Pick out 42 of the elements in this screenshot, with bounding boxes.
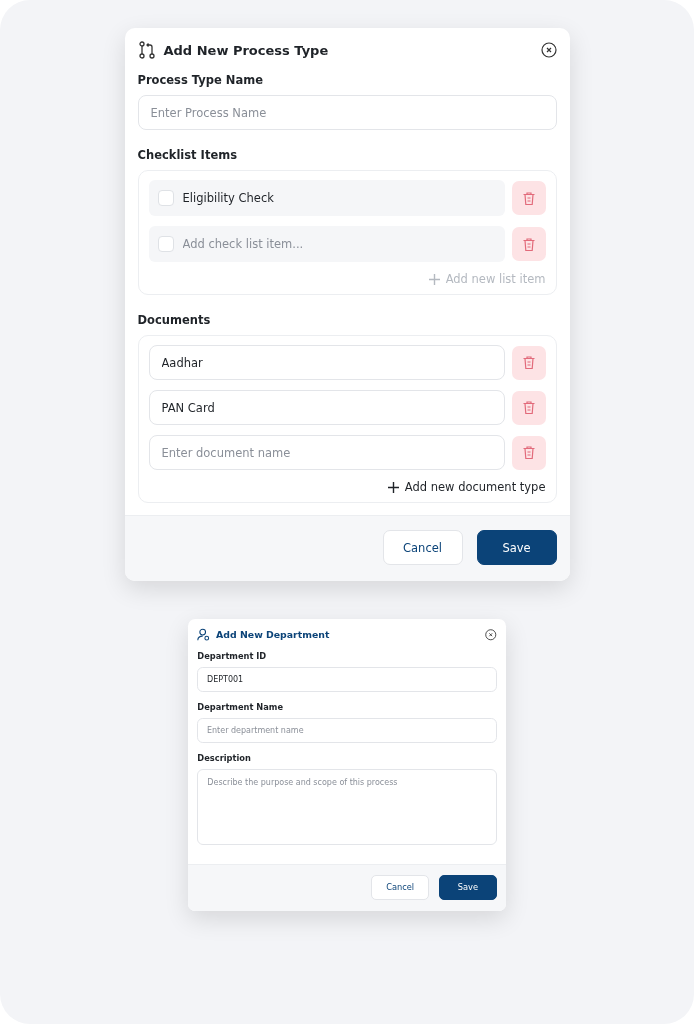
field-label: Department ID: [197, 651, 268, 662]
document-field[interactable]: Enter document name: [148, 435, 505, 470]
section-label: Checklist Items: [137, 148, 239, 162]
delete-button[interactable]: [511, 345, 546, 380]
field-label: Process Type Name: [137, 73, 264, 87]
delete-button[interactable]: [511, 390, 546, 425]
checklist-text[interactable]: Eligibility Check: [182, 191, 496, 205]
checklist-item[interactable]: Eligibility Check: [148, 180, 505, 216]
checkbox[interactable]: [157, 190, 174, 206]
dialog-title: Add New Department: [216, 629, 331, 641]
save-button[interactable]: Save: [439, 874, 497, 900]
user-icon: [197, 628, 211, 642]
checkbox[interactable]: [157, 236, 174, 252]
add-document-button[interactable]: Add new document type: [387, 480, 546, 494]
trash-icon: [521, 236, 536, 252]
trash-icon: [521, 355, 536, 370]
field-label: Description: [197, 753, 252, 764]
delete-button[interactable]: [511, 227, 546, 261]
cancel-button[interactable]: Cancel: [382, 530, 463, 565]
section-label: Documents: [137, 313, 212, 327]
input-field[interactable]: DEPT001: [197, 667, 497, 693]
delete-button[interactable]: [511, 181, 546, 215]
cancel-button[interactable]: Cancel: [371, 874, 429, 900]
delete-button[interactable]: [511, 435, 546, 470]
close-icon[interactable]: [540, 42, 557, 58]
save-button[interactable]: Save: [476, 530, 557, 565]
checklist-item[interactable]: Add check list item...: [148, 226, 505, 262]
trash-icon: [521, 400, 536, 415]
close-icon[interactable]: [485, 629, 497, 641]
process-name-field[interactable]: Enter Process Name: [137, 95, 557, 130]
branch-icon: [137, 41, 156, 59]
checklist-input[interactable]: Add check list item...: [182, 237, 496, 251]
dialog-title: Add New Process Type: [163, 42, 330, 58]
field-label: Department Name: [197, 702, 284, 713]
plus-icon: [387, 481, 399, 493]
trash-icon: [521, 445, 536, 460]
document-field[interactable]: Aadhar: [148, 345, 505, 380]
input-field[interactable]: Enter department name: [197, 718, 497, 744]
trash-icon: [521, 190, 536, 206]
document-field[interactable]: PAN Card: [148, 390, 505, 425]
plus-icon: [428, 273, 440, 285]
description-field[interactable]: Describe the purpose and scope of this process: [197, 769, 497, 846]
